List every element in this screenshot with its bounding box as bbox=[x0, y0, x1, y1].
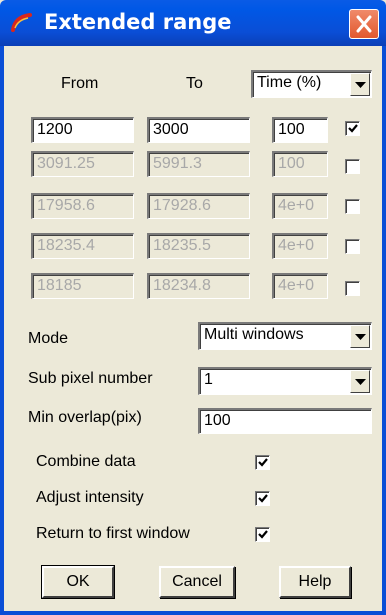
adjust-intensity-label: Adjust intensity bbox=[36, 489, 144, 506]
ok-button[interactable]: OK bbox=[41, 565, 115, 599]
help-button[interactable]: Help bbox=[279, 566, 351, 598]
min-overlap-label: Min overlap(pix) bbox=[28, 409, 142, 426]
range-value-field: 100 bbox=[272, 151, 328, 177]
mode-select-value: Multi windows bbox=[204, 326, 304, 343]
mode-dropdown-button[interactable] bbox=[350, 325, 370, 348]
range-to-field[interactable]: 3000 bbox=[147, 117, 250, 143]
unit-select-value: Time (%) bbox=[257, 74, 322, 91]
sub-pixel-select[interactable]: 1 bbox=[198, 367, 372, 395]
sub-pixel-label: Sub pixel number bbox=[28, 370, 153, 387]
extended-range-dialog: Extended range From To Time (%) 1200 300… bbox=[0, 0, 386, 615]
close-icon bbox=[356, 15, 372, 33]
range-to-field: 17928.6 bbox=[147, 193, 250, 219]
checkmark-icon bbox=[348, 124, 358, 133]
range-value-field: 4e+0 bbox=[272, 233, 328, 259]
range-to-field: 5991.3 bbox=[147, 151, 250, 177]
combine-data-checkbox[interactable] bbox=[255, 455, 270, 470]
unit-select-dropdown-button[interactable] bbox=[350, 73, 370, 96]
range-enable-checkbox[interactable] bbox=[345, 239, 360, 254]
range-from-field[interactable]: 1200 bbox=[31, 117, 134, 143]
mode-select[interactable]: Multi windows bbox=[198, 322, 372, 350]
checkmark-icon bbox=[258, 494, 268, 503]
unit-select[interactable]: Time (%) bbox=[251, 70, 372, 98]
close-button[interactable] bbox=[349, 9, 379, 39]
chevron-down-icon bbox=[355, 334, 366, 340]
range-enable-checkbox[interactable] bbox=[345, 159, 360, 174]
range-from-field: 3091.25 bbox=[31, 151, 134, 177]
range-value-field: 4e+0 bbox=[272, 193, 328, 219]
min-overlap-field[interactable]: 100 bbox=[198, 408, 372, 434]
range-to-field: 18235.5 bbox=[147, 233, 250, 259]
sub-pixel-select-value: 1 bbox=[204, 371, 213, 388]
return-first-window-label: Return to first window bbox=[36, 525, 190, 542]
checkmark-icon bbox=[258, 458, 268, 467]
chevron-down-icon bbox=[355, 379, 366, 385]
from-label: From bbox=[61, 75, 99, 92]
window-frame-bottom bbox=[0, 611, 386, 615]
sub-pixel-dropdown-button[interactable] bbox=[350, 370, 370, 393]
return-first-window-checkbox[interactable] bbox=[255, 527, 270, 542]
title-bar[interactable]: Extended range bbox=[0, 0, 386, 46]
app-icon bbox=[11, 13, 32, 32]
window-title: Extended range bbox=[44, 10, 232, 34]
cancel-button[interactable]: Cancel bbox=[159, 566, 235, 598]
combine-data-label: Combine data bbox=[36, 453, 136, 470]
range-enable-checkbox[interactable] bbox=[345, 199, 360, 214]
window-frame-right bbox=[382, 46, 386, 615]
range-enable-checkbox[interactable] bbox=[345, 121, 360, 136]
mode-label: Mode bbox=[28, 330, 69, 347]
range-enable-checkbox[interactable] bbox=[345, 281, 360, 296]
to-label: To bbox=[186, 75, 203, 92]
range-value-field: 4e+0 bbox=[272, 273, 328, 299]
range-from-field: 17958.6 bbox=[31, 193, 134, 219]
range-from-field: 18235.4 bbox=[31, 233, 134, 259]
adjust-intensity-checkbox[interactable] bbox=[255, 491, 270, 506]
chevron-down-icon bbox=[355, 82, 366, 88]
range-to-field: 18234.8 bbox=[147, 273, 250, 299]
checkmark-icon bbox=[258, 530, 268, 539]
range-value-field[interactable]: 100 bbox=[272, 117, 328, 143]
window-frame-left bbox=[0, 46, 4, 615]
range-from-field: 18185 bbox=[31, 273, 134, 299]
